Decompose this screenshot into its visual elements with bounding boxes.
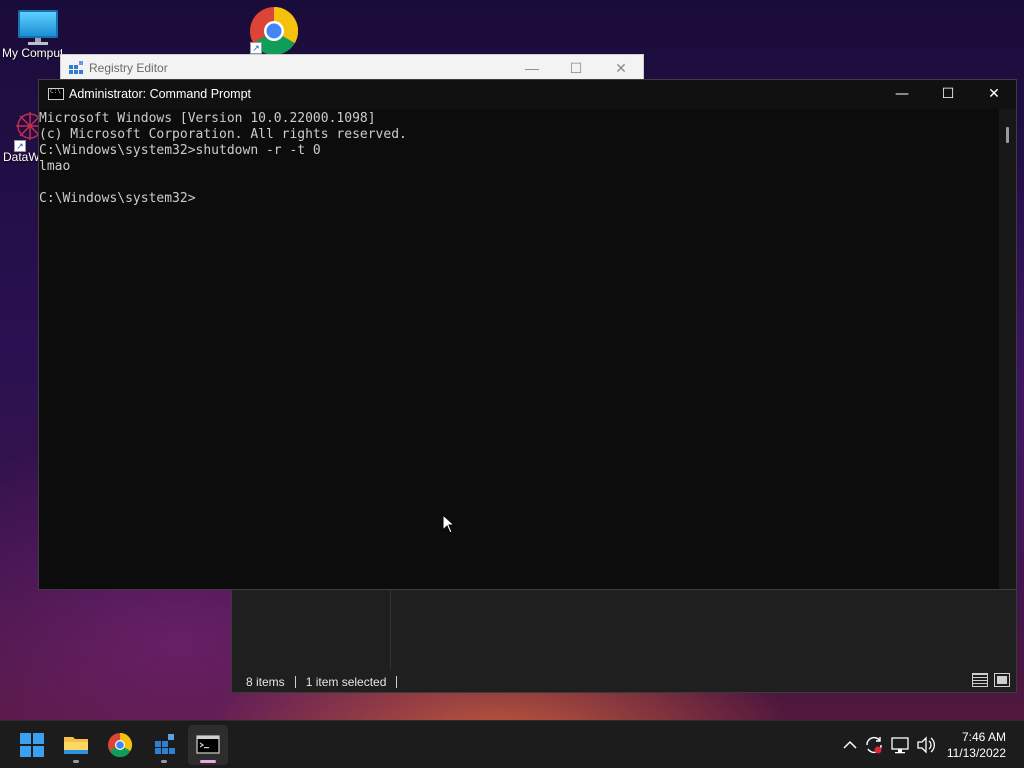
view-toggle-group [972, 673, 1010, 687]
clock-date: 11/13/2022 [946, 746, 1006, 760]
file-explorer-window[interactable]: 8 items 1 item selected [231, 588, 1017, 693]
status-item-count: 8 items [246, 675, 285, 689]
registry-maximize-button[interactable]: ☐ [553, 57, 599, 79]
volume-icon [917, 736, 935, 754]
taskbar-registry-editor[interactable] [144, 725, 184, 765]
windows-logo-icon [20, 733, 44, 757]
cmd-maximize-button[interactable]: ☐ [925, 80, 971, 109]
taskbar-chrome[interactable] [100, 725, 140, 765]
monitor-icon [16, 10, 60, 45]
cmd-close-button[interactable]: ✕ [971, 80, 1017, 109]
terminal-icon [48, 88, 64, 100]
registry-editor-title: Registry Editor [89, 61, 168, 75]
desktop-icon-label: My Computer [2, 46, 62, 60]
console-line: C:\Windows\system32>shutdown -r -t 0 [39, 143, 321, 158]
chevron-up-icon [843, 740, 857, 749]
running-indicator [73, 760, 79, 763]
taskbar: 7:46 AM 11/13/2022 [0, 720, 1024, 768]
chrome-icon [108, 733, 133, 758]
large-icons-view-icon[interactable] [994, 673, 1010, 687]
registry-icon [155, 734, 175, 754]
folder-icon [64, 737, 88, 754]
network-icon [891, 737, 909, 754]
registry-editor-window[interactable]: Registry Editor — ☐ ✕ [60, 54, 644, 80]
clock-time: 7:46 AM [961, 730, 1006, 744]
taskbar-clock[interactable]: 7:46 AM 11/13/2022 [947, 729, 1006, 761]
scrollbar-thumb[interactable] [1006, 127, 1009, 143]
tray-volume[interactable] [914, 721, 938, 768]
explorer-status-bar: 8 items 1 item selected [246, 675, 398, 689]
sync-icon [866, 736, 882, 754]
pane-divider[interactable] [390, 589, 391, 669]
tray-sync[interactable] [862, 721, 886, 768]
console-line: lmao [39, 159, 71, 174]
tray-network[interactable] [888, 721, 912, 768]
status-selected-count: 1 item selected [305, 675, 387, 689]
shortcut-arrow-icon: ↗ [14, 140, 26, 152]
console-output[interactable]: Microsoft Windows [Version 10.0.22000.10… [39, 109, 999, 589]
desktop-icon-chrome[interactable]: ↗ [236, 6, 312, 56]
running-indicator [161, 760, 167, 763]
shortcut-arrow-icon: ↗ [250, 42, 262, 54]
cmd-titlebar[interactable]: Administrator: Command Prompt — ☐ ✕ [39, 80, 1016, 109]
status-separator [294, 676, 296, 688]
taskbar-file-explorer[interactable] [56, 725, 96, 765]
command-prompt-window[interactable]: Administrator: Command Prompt — ☐ ✕ Micr… [38, 79, 1017, 590]
desktop-icon-label: DataWiper [3, 150, 38, 164]
registry-minimize-button[interactable]: — [509, 57, 555, 79]
mouse-cursor-icon [442, 514, 456, 534]
cmd-minimize-button[interactable]: — [879, 80, 925, 109]
tray-chevron-up[interactable] [840, 721, 860, 768]
console-line: Microsoft Windows [Version 10.0.22000.10… [39, 111, 376, 126]
details-view-icon[interactable] [972, 673, 988, 687]
console-line: (c) Microsoft Corporation. All rights re… [39, 127, 407, 142]
active-indicator [200, 760, 216, 763]
start-button[interactable] [12, 725, 52, 765]
console-prompt-line: C:\Windows\system32> [39, 191, 196, 206]
registry-icon [69, 61, 83, 74]
status-separator [396, 676, 398, 688]
desktop-icon-my-computer[interactable]: My Computer [0, 10, 76, 60]
terminal-icon [196, 735, 220, 754]
taskbar-command-prompt[interactable] [188, 725, 228, 765]
cmd-scrollbar[interactable] [999, 109, 1016, 589]
cmd-window-title: Administrator: Command Prompt [69, 87, 252, 101]
registry-close-button[interactable]: ✕ [598, 57, 644, 79]
